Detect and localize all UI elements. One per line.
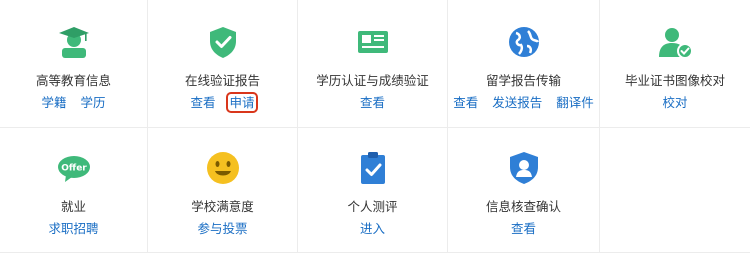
link-apply[interactable]: 申请 bbox=[226, 92, 258, 113]
tile-study-abroad: 留学报告传输 查看 发送报告 翻译件 bbox=[448, 0, 600, 128]
offer-icon: Offer bbox=[57, 156, 90, 182]
tile-title: 高等教育信息 bbox=[35, 73, 111, 88]
link-view[interactable]: 查看 bbox=[360, 95, 385, 110]
tile-title: 留学报告传输 bbox=[485, 73, 561, 88]
tile-school-satisfaction: 学校满意度 参与投票 bbox=[148, 128, 298, 253]
user-check-icon bbox=[659, 28, 693, 59]
smile-icon bbox=[206, 152, 239, 184]
tile-info-verify: 信息核查确认 查看 bbox=[448, 128, 600, 253]
tile-personal-test: 个人测评 进入 bbox=[298, 128, 448, 253]
tile-employment: Offer 就业 求职招聘 bbox=[0, 128, 148, 253]
clipboard-check-icon bbox=[360, 152, 385, 184]
link-vote[interactable]: 参与投票 bbox=[197, 221, 247, 236]
link-view[interactable]: 查看 bbox=[453, 95, 478, 110]
globe-icon bbox=[508, 27, 539, 57]
services-grid: 高等教育信息 学籍 学历 在线验证报告 查看 申请 学历认证与成绩验证 查看 留… bbox=[0, 0, 750, 253]
tile-title: 信息核查确认 bbox=[485, 199, 561, 214]
tile-title: 学历认证与成绩验证 bbox=[316, 73, 429, 88]
tile-diploma-image: 毕业证书图像校对 校对 bbox=[600, 0, 750, 128]
tile-higher-education: 高等教育信息 学籍 学历 bbox=[0, 0, 148, 128]
link-job-recruitment[interactable]: 求职招聘 bbox=[48, 221, 98, 236]
link-student-status[interactable]: 学籍 bbox=[41, 95, 66, 110]
tile-title: 毕业证书图像校对 bbox=[624, 73, 725, 88]
tile-empty bbox=[600, 128, 750, 253]
id-card-icon bbox=[357, 31, 388, 53]
graduate-icon bbox=[58, 27, 89, 58]
user-shield-icon bbox=[509, 152, 538, 184]
link-enter[interactable]: 进入 bbox=[360, 221, 385, 236]
tile-title: 个人测评 bbox=[347, 199, 398, 214]
link-degree[interactable]: 学历 bbox=[80, 95, 105, 110]
tile-online-report: 在线验证报告 查看 申请 bbox=[148, 0, 298, 128]
tile-title: 就业 bbox=[60, 199, 86, 214]
link-translation[interactable]: 翻译件 bbox=[556, 95, 594, 110]
tile-title: 在线验证报告 bbox=[184, 73, 260, 88]
link-view[interactable]: 查看 bbox=[511, 221, 536, 236]
shield-check-icon bbox=[209, 27, 236, 58]
link-view[interactable]: 查看 bbox=[190, 95, 215, 110]
link-send-report[interactable]: 发送报告 bbox=[492, 95, 542, 110]
offer-badge-text: Offer bbox=[61, 164, 87, 174]
tile-title: 学校满意度 bbox=[191, 199, 254, 214]
link-proofread[interactable]: 校对 bbox=[662, 95, 687, 110]
tile-transcript-verify: 学历认证与成绩验证 查看 bbox=[298, 0, 448, 128]
